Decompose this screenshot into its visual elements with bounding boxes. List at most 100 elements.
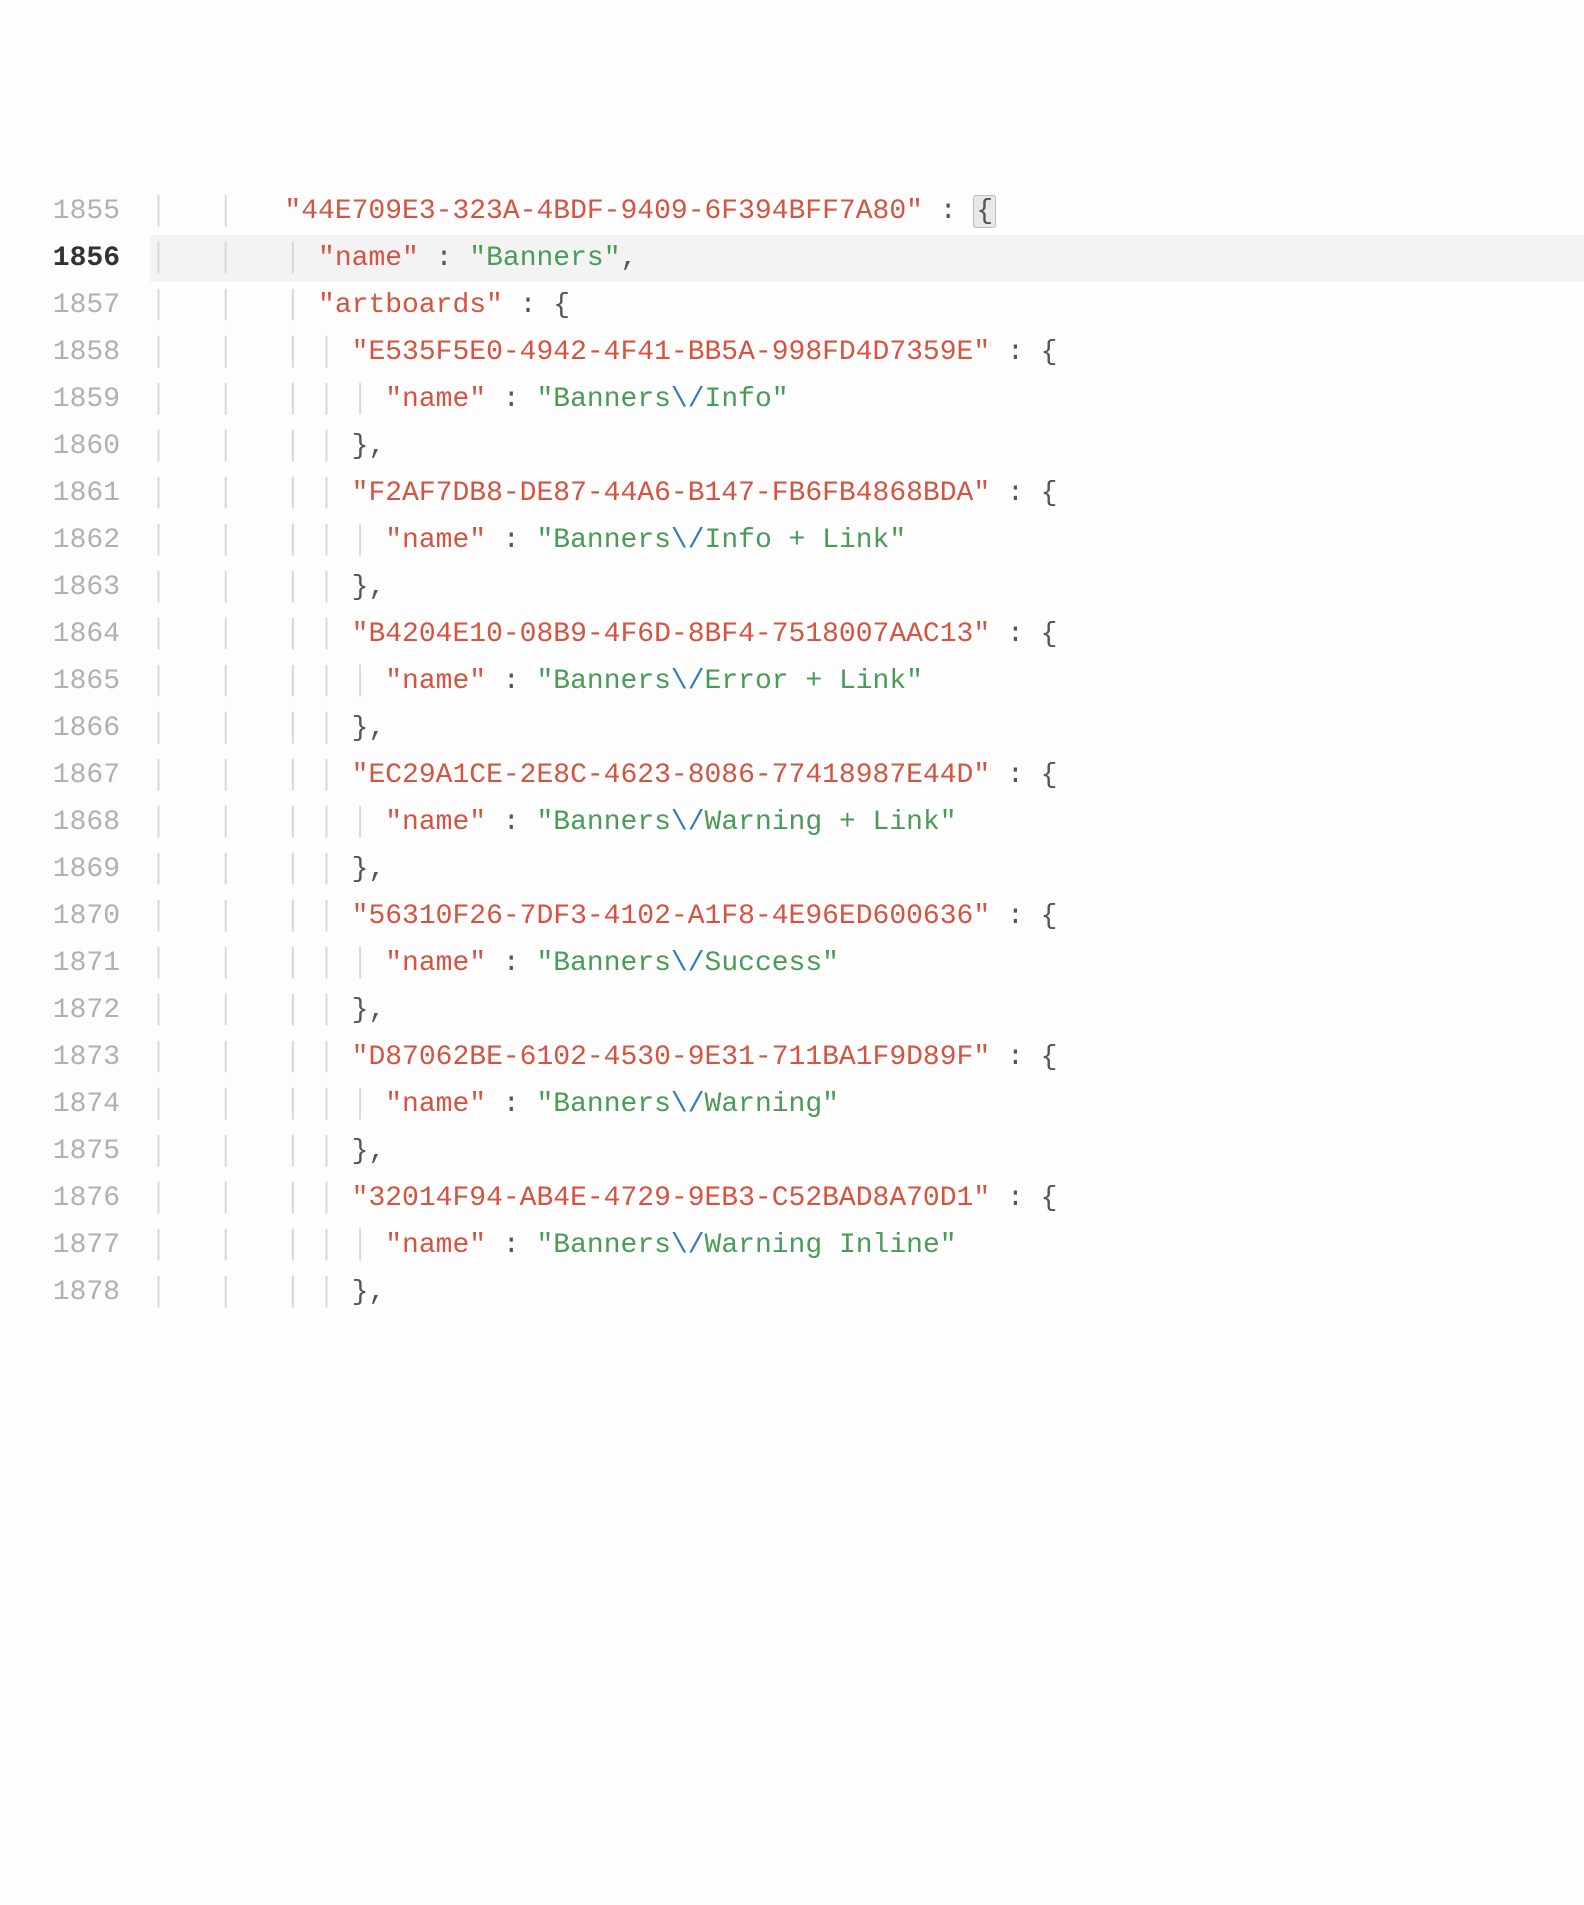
indent-guide: │ │ │ │	[150, 901, 352, 932]
code-line[interactable]: │ │ │ │ │ "name" : "Banners\/Success"	[150, 940, 1584, 987]
punctuation: },	[352, 1277, 386, 1308]
code-line[interactable]: │ │ │ │ "B4204E10-08B9-4F6D-8BF4-7518007…	[150, 611, 1584, 658]
punctuation: : {	[990, 1183, 1057, 1214]
indent-guide: │ │ │ │ │	[150, 1230, 385, 1261]
code-line[interactable]: │ │ │ │ │ "name" : "Banners\/Info"	[150, 376, 1584, 423]
code-line[interactable]: │ │ │ │ │ "name" : "Banners\/Warning + L…	[150, 799, 1584, 846]
punctuation: : {	[503, 290, 570, 321]
code-line[interactable]: │ │ │ │ },	[150, 564, 1584, 611]
punctuation: : {	[990, 337, 1057, 368]
brace-match: {	[973, 195, 996, 228]
json-key: "B4204E10-08B9-4F6D-8BF4-7518007AAC13"	[352, 619, 991, 650]
json-key: "name"	[385, 948, 486, 979]
json-string: "Banners	[537, 525, 671, 556]
code-line[interactable]: │ │ │ │ │ "name" : "Banners\/Error + Lin…	[150, 658, 1584, 705]
line-number: 1878	[0, 1269, 120, 1316]
indent-guide: │ │ │ │ │	[150, 1089, 385, 1120]
json-key: "name"	[385, 807, 486, 838]
code-line[interactable]: │ │ │ │ "E535F5E0-4942-4F41-BB5A-998FD4D…	[150, 329, 1584, 376]
code-editor[interactable]: 1855185618571858185918601861186218631864…	[0, 188, 1584, 1670]
punctuation: : {	[990, 478, 1057, 509]
indent-guide: │ │ │	[150, 243, 318, 274]
json-string: Error + Link"	[705, 666, 923, 697]
punctuation: :	[486, 525, 536, 556]
json-key: "name"	[385, 666, 486, 697]
json-key: "EC29A1CE-2E8C-4623-8086-77418987E44D"	[352, 760, 991, 791]
indent-guide: │ │ │ │	[150, 478, 352, 509]
line-number: 1873	[0, 1034, 120, 1081]
line-number: 1872	[0, 987, 120, 1034]
line-number: 1863	[0, 564, 120, 611]
line-number: 1870	[0, 893, 120, 940]
code-line[interactable]: │ │ "44E709E3-323A-4BDF-9409-6F394BFF7A8…	[150, 188, 1584, 235]
code-line[interactable]: │ │ │ │ "EC29A1CE-2E8C-4623-8086-7741898…	[150, 752, 1584, 799]
json-key: "44E709E3-323A-4BDF-9409-6F394BFF7A80"	[284, 196, 923, 227]
line-number: 1867	[0, 752, 120, 799]
escape-char: \/	[671, 948, 705, 979]
indent-guide: │ │	[150, 196, 284, 227]
code-line[interactable]: │ │ │ │ },	[150, 987, 1584, 1034]
json-string: "Banners	[537, 1230, 671, 1261]
code-line[interactable]: │ │ │ "artboards" : {	[150, 282, 1584, 329]
code-line[interactable]: │ │ │ │ },	[150, 423, 1584, 470]
line-number: 1864	[0, 611, 120, 658]
line-number: 1877	[0, 1222, 120, 1269]
json-key: "32014F94-AB4E-4729-9EB3-C52BAD8A70D1"	[352, 1183, 991, 1214]
indent-guide: │ │ │ │	[150, 619, 352, 650]
punctuation: :	[923, 196, 973, 227]
line-number: 1868	[0, 799, 120, 846]
line-number: 1866	[0, 705, 120, 752]
escape-char: \/	[671, 1089, 705, 1120]
json-string: "Banners	[537, 384, 671, 415]
punctuation: :	[486, 1230, 536, 1261]
indent-guide: │ │ │	[150, 290, 318, 321]
punctuation: ,	[621, 243, 638, 274]
punctuation: },	[352, 572, 386, 603]
code-line[interactable]: │ │ │ │ "56310F26-7DF3-4102-A1F8-4E96ED6…	[150, 893, 1584, 940]
escape-char: \/	[671, 384, 705, 415]
indent-guide: │ │ │ │	[150, 760, 352, 791]
json-key: "artboards"	[318, 290, 503, 321]
code-line[interactable]: │ │ │ │ │ "name" : "Banners\/Info + Link…	[150, 517, 1584, 564]
escape-char: \/	[671, 807, 705, 838]
indent-guide: │ │ │ │ │	[150, 384, 385, 415]
line-number: 1874	[0, 1081, 120, 1128]
code-line[interactable]: │ │ │ │ },	[150, 705, 1584, 752]
line-number: 1862	[0, 517, 120, 564]
indent-guide: │ │ │ │ │	[150, 666, 385, 697]
json-string: "Banners"	[469, 243, 620, 274]
json-key: "name"	[385, 1230, 486, 1261]
punctuation: },	[352, 431, 386, 462]
code-line[interactable]: │ │ │ │ │ "name" : "Banners\/Warning"	[150, 1081, 1584, 1128]
punctuation: :	[486, 384, 536, 415]
line-number: 1861	[0, 470, 120, 517]
code-line[interactable]: │ │ │ "name" : "Banners",	[150, 235, 1584, 282]
code-line[interactable]: │ │ │ │ },	[150, 846, 1584, 893]
json-key: "D87062BE-6102-4530-9E31-711BA1F9D89F"	[352, 1042, 991, 1073]
code-line[interactable]: │ │ │ │ "F2AF7DB8-DE87-44A6-B147-FB6FB48…	[150, 470, 1584, 517]
code-line[interactable]: │ │ │ │ },	[150, 1128, 1584, 1175]
punctuation: :	[486, 807, 536, 838]
code-area[interactable]: │ │ "44E709E3-323A-4BDF-9409-6F394BFF7A8…	[150, 188, 1584, 1670]
line-number: 1857	[0, 282, 120, 329]
json-key: "F2AF7DB8-DE87-44A6-B147-FB6FB4868BDA"	[352, 478, 991, 509]
indent-guide: │ │ │ │	[150, 995, 352, 1026]
indent-guide: │ │ │ │	[150, 572, 352, 603]
json-key: "name"	[385, 384, 486, 415]
indent-guide: │ │ │ │ │	[150, 948, 385, 979]
indent-guide: │ │ │ │	[150, 1042, 352, 1073]
punctuation: : {	[990, 760, 1057, 791]
indent-guide: │ │ │ │	[150, 713, 352, 744]
line-number: 1855	[0, 188, 120, 235]
json-string: Warning Inline"	[705, 1230, 957, 1261]
code-line[interactable]: │ │ │ │ │ "name" : "Banners\/Warning Inl…	[150, 1222, 1584, 1269]
code-line[interactable]: │ │ │ │ "32014F94-AB4E-4729-9EB3-C52BAD8…	[150, 1175, 1584, 1222]
json-string: Warning + Link"	[705, 807, 957, 838]
line-number: 1860	[0, 423, 120, 470]
json-string: Success"	[705, 948, 839, 979]
escape-char: \/	[671, 1230, 705, 1261]
json-key: "name"	[385, 1089, 486, 1120]
code-line[interactable]: │ │ │ │ },	[150, 1269, 1584, 1316]
line-number: 1871	[0, 940, 120, 987]
code-line[interactable]: │ │ │ │ "D87062BE-6102-4530-9E31-711BA1F…	[150, 1034, 1584, 1081]
